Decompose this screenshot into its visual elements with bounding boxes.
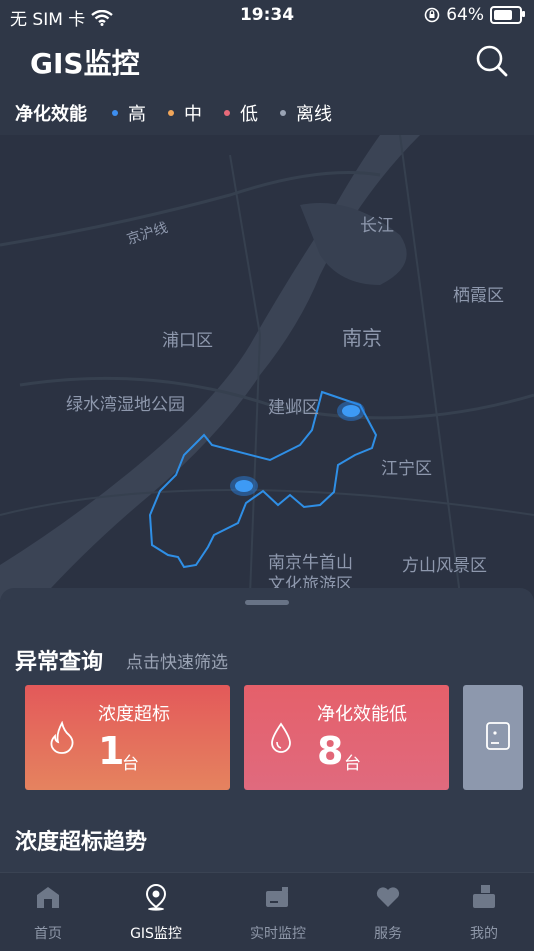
page-title: GIS监控 [30,47,140,80]
tab-label: 实时监控 [250,926,306,942]
bottom-sheet: 异常查询 点击快速筛选 浓度超标 1 台 净化效能低 8 台 浓度超标趋势 [0,588,534,878]
map-label: 江宁区 [381,459,432,479]
heart-icon [376,887,400,907]
card-value: 1 [98,729,125,773]
tab-gis[interactable]: GIS监控 [106,873,206,951]
legend-label: 净化效能 [15,104,87,125]
card-unit: 台 [122,754,139,774]
map-label: 浦口区 [162,331,213,351]
legend-item-label: 低 [240,104,258,125]
battery-icon [490,6,525,24]
card-low-efficiency[interactable]: 净化效能低 8 台 [244,685,449,790]
tab-realtime[interactable]: 实时监控 [228,873,328,951]
legend-item-high[interactable]: 高 [112,100,146,126]
legend-item-medium[interactable]: 中 [168,100,202,126]
user-icon [473,885,495,908]
tab-label: 我的 [470,926,498,942]
legend-item-label: 离线 [296,104,332,125]
home-icon [37,887,59,908]
card-value: 8 [317,729,344,773]
card-offline[interactable] [463,685,523,790]
card-label: 浓度超标 [98,704,170,725]
map-pin-icon [145,883,167,911]
map-label: 南京 [342,326,382,350]
card-concentration-exceeded[interactable]: 浓度超标 1 台 [25,685,230,790]
tab-home[interactable]: 首页 [0,873,98,951]
flame-icon [50,721,74,754]
tab-label: GIS监控 [130,926,182,942]
legend-item-offline[interactable]: 离线 [280,100,332,126]
map-label: 绿水湾湿地公园 [66,395,185,415]
card-unit: 台 [344,754,361,774]
trend-title: 浓度超标趋势 [15,830,148,855]
legend-item-label: 高 [128,104,146,125]
tab-mine[interactable]: 我的 [434,873,534,951]
tab-label: 首页 [34,926,62,942]
map-label: 建邺区 [268,398,319,418]
anomaly-title: 异常查询 [15,650,104,675]
orientation-lock-icon [424,7,440,23]
efficiency-legend: 净化效能 高 中 低 离线 [15,100,354,126]
legend-dot [224,110,230,116]
map-label: 栖霞区 [453,286,504,306]
legend-dot [280,110,286,116]
drop-icon [271,722,291,753]
map-label: 方山风景区 [402,556,487,576]
drag-handle[interactable] [245,600,289,605]
legend-dot [112,110,118,116]
map-canvas [0,135,534,600]
map-label: 长江 [360,216,394,236]
legend-dot [168,110,174,116]
card-label: 净化效能低 [317,704,407,725]
monitor-icon [266,887,288,907]
search-icon[interactable] [475,44,509,78]
tab-service[interactable]: 服务 [338,873,438,951]
tab-bar: 首页 GIS监控 实时监控 服务 我的 [0,872,534,951]
anomaly-subtitle: 点击快速筛选 [126,653,228,673]
legend-item-label: 中 [184,104,202,125]
device-icon [486,722,510,750]
app-header: GIS监控 [0,40,534,90]
tab-label: 服务 [374,926,402,942]
legend-item-low[interactable]: 低 [224,100,258,126]
status-bar: 无 SIM 卡 19:34 64% [0,0,534,30]
battery-percent: 64% [446,5,484,25]
gis-map[interactable]: 京沪线 长江 栖霞区 浦口区 南京 绿水湾湿地公园 建邺区 江宁区 南京牛首山 … [0,135,534,600]
